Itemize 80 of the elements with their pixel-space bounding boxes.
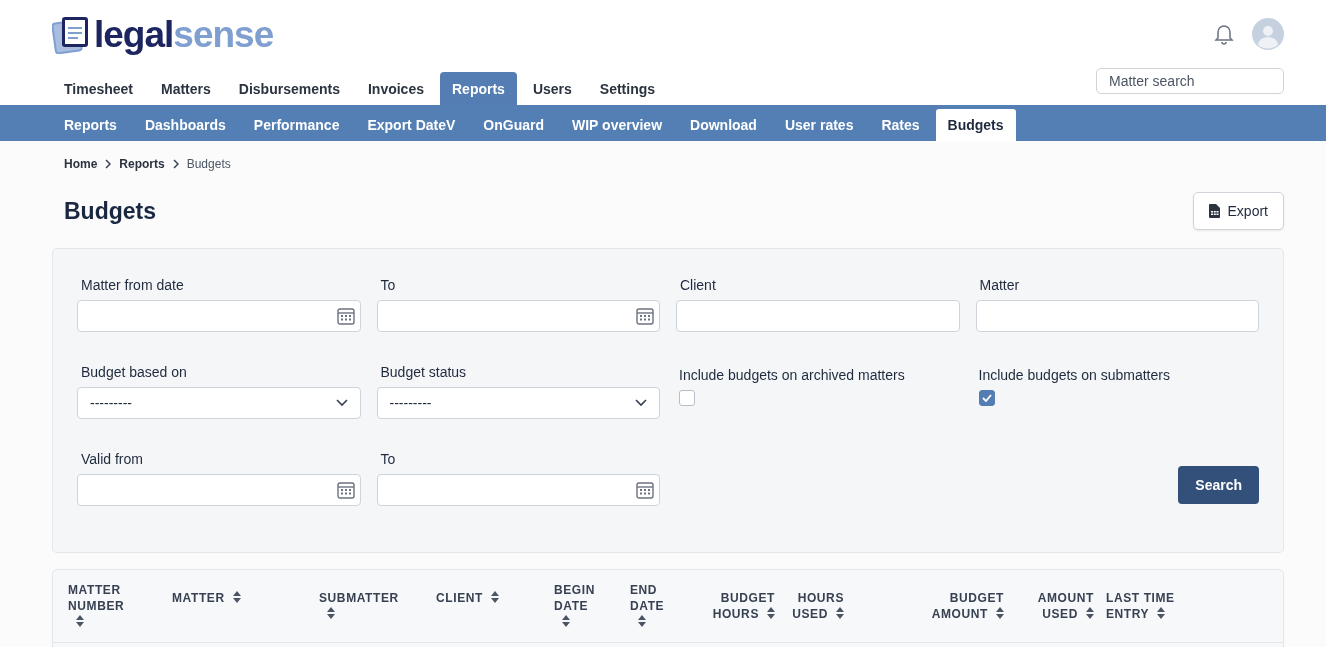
checkbox-label: Include budgets on archived matters — [678, 366, 906, 385]
breadcrumb-link[interactable]: Reports — [119, 157, 165, 171]
breadcrumb-current: Budgets — [186, 157, 231, 171]
field-label: Valid from — [80, 450, 144, 469]
sort-icon[interactable] — [76, 615, 84, 627]
date-field[interactable] — [77, 300, 361, 332]
sort-icon[interactable] — [1157, 607, 1166, 619]
date-field[interactable] — [77, 474, 361, 506]
checkbox-label: Include budgets on submatters — [977, 366, 1171, 385]
calendar-icon[interactable] — [336, 481, 355, 499]
breadcrumb-link[interactable]: Home — [64, 157, 98, 171]
subnav-tab[interactable]: Performance — [241, 109, 352, 141]
select-field[interactable]: --------- — [77, 387, 361, 419]
calendar-icon[interactable] — [636, 481, 654, 499]
sort-icon[interactable] — [638, 615, 646, 627]
column-header[interactable]: SUBMATTER — [319, 582, 399, 642]
sort-icon[interactable] — [1086, 607, 1094, 619]
field-label: To — [379, 276, 397, 295]
checkbox[interactable] — [679, 390, 695, 406]
date-field[interactable] — [376, 474, 660, 506]
column-header[interactable]: AMOUNT USED — [1016, 582, 1106, 642]
checkmark-icon — [981, 394, 992, 402]
text-field[interactable] — [676, 300, 960, 332]
column-header[interactable]: MATTER NUMBER — [68, 582, 138, 642]
select-field[interactable]: --------- — [376, 387, 660, 419]
column-header[interactable]: LAST TIME ENTRY — [1106, 582, 1186, 642]
document-logo-icon — [52, 14, 90, 54]
subnav-tab[interactable]: Export DateV — [355, 109, 468, 141]
subnav-tab[interactable]: OnGuard — [471, 109, 556, 141]
nav-tab[interactable]: Matters — [149, 72, 223, 105]
nav-tab[interactable]: Reports — [440, 72, 517, 105]
field-label: To — [379, 450, 397, 469]
chevron-right-icon — [105, 159, 112, 169]
subnav-tab[interactable]: User rates — [772, 109, 866, 141]
checkbox[interactable] — [978, 390, 995, 406]
subnav-tab[interactable]: Reports — [52, 109, 129, 141]
nav-tab[interactable]: Invoices — [355, 72, 436, 105]
matter-search-field[interactable]: Matter search — [1096, 68, 1284, 94]
column-header[interactable]: MATTER — [172, 582, 319, 642]
logo[interactable]: legalsense — [52, 14, 274, 54]
column-header[interactable]: CLIENT — [436, 582, 554, 642]
text-field[interactable] — [975, 300, 1259, 332]
nav-tab[interactable]: Settings — [587, 72, 668, 105]
subnav-tab[interactable]: Budgets — [935, 109, 1016, 141]
chevron-right-icon — [172, 159, 179, 169]
sort-icon[interactable] — [767, 607, 775, 619]
subnav-tab[interactable]: Dashboards — [132, 109, 238, 141]
column-header[interactable]: BUDGET AMOUNT — [924, 582, 1016, 642]
column-header[interactable]: END DATE — [630, 582, 675, 642]
nav-tab[interactable]: Users — [520, 72, 584, 105]
field-label: Budget based on — [80, 363, 188, 382]
column-header[interactable]: BEGIN DATE — [554, 582, 599, 642]
date-field[interactable] — [376, 300, 660, 332]
spreadsheet-file-icon — [1208, 204, 1220, 218]
field-label: Budget status — [379, 363, 468, 382]
logo-text: legalsense — [94, 15, 274, 53]
sort-icon[interactable] — [562, 615, 570, 627]
search-button[interactable]: Search — [1178, 465, 1259, 504]
sort-icon[interactable] — [996, 607, 1004, 619]
page-title: Budgets — [64, 197, 156, 225]
calendar-icon[interactable] — [336, 307, 355, 325]
bell-icon[interactable] — [1214, 23, 1234, 45]
chevron-down-icon — [635, 399, 647, 407]
subnav-tab[interactable]: Rates — [869, 109, 932, 141]
nav-tab[interactable]: Timesheet — [52, 72, 145, 105]
column-header[interactable]: HOURS USED — [787, 582, 856, 642]
nav-tab[interactable]: Disbursements — [226, 72, 352, 105]
calendar-icon[interactable] — [636, 307, 654, 325]
field-label: Client — [679, 276, 717, 295]
sort-icon[interactable] — [327, 607, 335, 619]
column-header[interactable]: BUDGET HOURS — [700, 582, 787, 642]
export-button[interactable]: Export — [1192, 192, 1284, 230]
subnav-tab[interactable]: WIP overview — [560, 109, 675, 141]
sort-icon[interactable] — [490, 591, 499, 603]
sort-icon[interactable] — [836, 607, 844, 619]
field-label: Matter — [978, 276, 1021, 295]
chevron-down-icon — [335, 399, 348, 407]
subnav-tab[interactable]: Download — [678, 109, 769, 141]
field-label: Matter from date — [80, 276, 185, 295]
sort-icon[interactable] — [232, 591, 241, 603]
